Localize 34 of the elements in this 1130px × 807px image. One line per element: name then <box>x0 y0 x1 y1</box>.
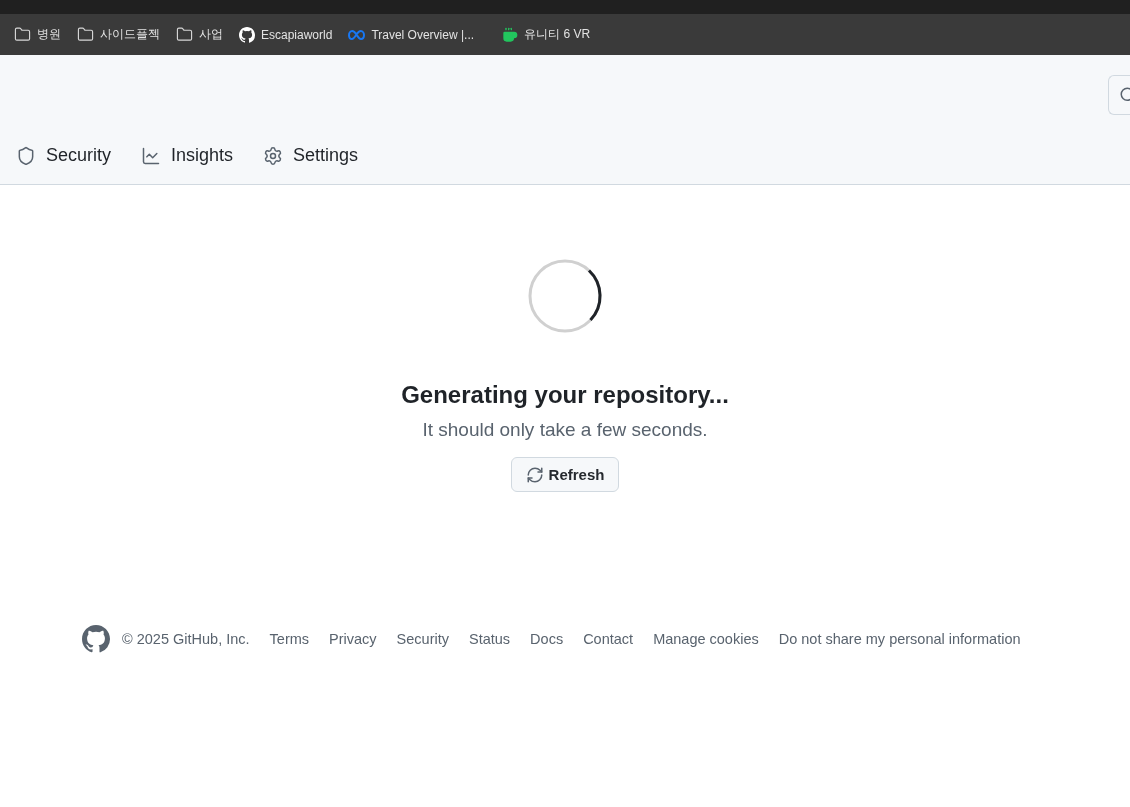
bookmark-link[interactable]: Travel Overview |... <box>348 27 475 42</box>
bookmark-link[interactable]: 병원 <box>14 26 61 43</box>
bookmark-link[interactable]: Escapiaworld <box>239 26 333 43</box>
nav-tab[interactable]: Settings <box>255 141 367 170</box>
bookmark-link[interactable]: 사이드플젝 <box>77 26 160 43</box>
nav-tab[interactable]: Security <box>8 141 120 170</box>
footer-link[interactable]: Docs <box>530 631 564 647</box>
footer-link[interactable]: Manage cookies <box>653 631 759 647</box>
bookmark-link[interactable]: 사업 <box>176 26 223 43</box>
settings-icon <box>263 145 284 166</box>
nav-tab[interactable]: Insights <box>133 141 242 170</box>
status-title: Generating your repository... <box>401 381 729 409</box>
github-logo-icon[interactable] <box>82 625 110 653</box>
refresh-icon <box>525 465 544 484</box>
footer-link[interactable]: Terms <box>269 631 310 647</box>
footer-link[interactable]: Contact <box>583 631 634 647</box>
shield-icon <box>16 145 36 166</box>
copyright-text: © 2025 GitHub, Inc. <box>122 631 250 647</box>
status-subtitle: It should only take a few seconds. <box>422 419 708 441</box>
footer-link[interactable]: Security <box>396 631 449 647</box>
footer-link[interactable]: Status <box>469 631 511 647</box>
graph-icon <box>141 145 162 166</box>
github-logo-icon <box>239 26 255 43</box>
folder-icon <box>77 26 94 43</box>
loading-spinner-icon <box>528 259 602 333</box>
refresh-button[interactable]: Refresh <box>510 457 620 492</box>
cup-icon <box>502 26 519 43</box>
infinity-logo-icon <box>348 29 366 40</box>
footer-link[interactable]: Do not share my personal information <box>778 631 1021 647</box>
search-button[interactable] <box>1108 75 1130 115</box>
folder-icon <box>14 26 31 43</box>
footer-link[interactable]: Privacy <box>329 631 377 647</box>
bookmark-link[interactable]: 유니티 6 VR <box>502 26 591 43</box>
folder-icon <box>176 26 193 43</box>
